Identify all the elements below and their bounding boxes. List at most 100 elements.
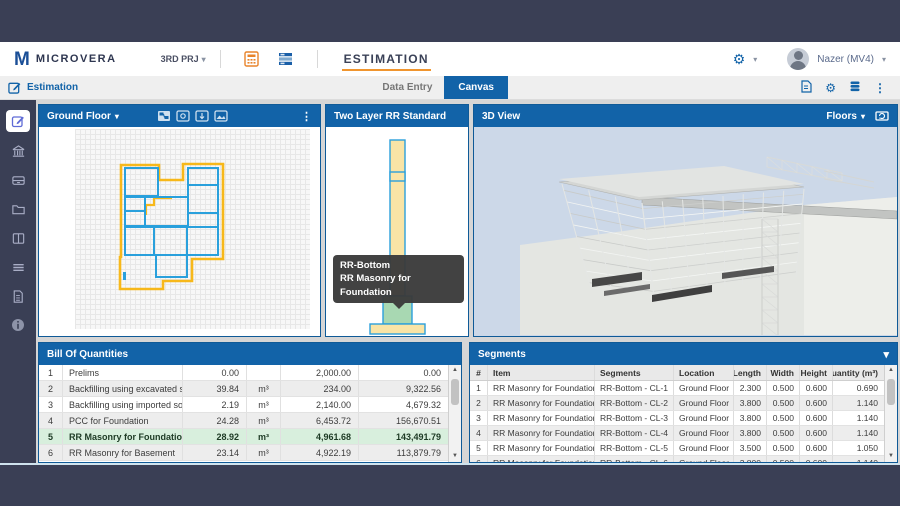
boq-cell: 4,679.32 [358,397,448,412]
three-d-viewport[interactable] [474,127,897,336]
panel-kebab-icon[interactable]: ⋮ [301,110,312,123]
report-document-icon[interactable] [800,80,812,96]
boq-panel: Bill Of Quantities 1Prelims0.002,000.000… [38,342,462,463]
user-menu-chevron-icon[interactable]: ▾ [882,55,886,64]
boq-row[interactable]: 3Backfilling using imported soil2.19m³2,… [39,397,448,413]
segments-panel-title: Segments [478,349,526,360]
segments-cell: Ground Floor [673,441,733,455]
sidebar-item-menu[interactable] [7,257,29,277]
sidebar-item-projects[interactable] [7,141,29,161]
boq-cell: m³ [246,397,280,412]
segments-cell: 6 [470,456,488,462]
segments-cell: 1.140 [832,411,884,425]
calculator-icon[interactable] [243,51,261,67]
section-panel-header: Two Layer RR Standard [326,105,468,127]
boq-row[interactable]: 1Prelims0.002,000.000.00 [39,365,448,381]
sidebar-item-info[interactable] [7,315,29,335]
segments-column-header[interactable]: Length [733,365,766,380]
tab-data-entry[interactable]: Data Entry [370,76,444,99]
boq-table-body: 1Prelims0.002,000.000.002Backfilling usi… [39,365,448,462]
three-d-panel-title: 3D View [482,111,520,122]
segments-cell: 4 [470,426,488,440]
sidebar-item-storage[interactable] [7,170,29,190]
workspace: Ground Floor ▾ ⋮ [0,100,900,465]
info-icon [11,318,25,332]
scroll-up-arrow-icon[interactable]: ▲ [449,365,461,376]
segments-column-header[interactable]: Quantity (m³) [832,365,884,380]
segments-row[interactable]: 5RR Masonry for FoundationRR-Bottom - CL… [470,441,884,456]
boq-row[interactable]: 4PCC for Foundation24.28m³6,453.72156,67… [39,413,448,429]
chevron-down-icon[interactable]: ▾ [115,112,119,121]
module-title: ESTIMATION [342,48,431,71]
folder-icon [11,202,26,217]
sidebar-item-library[interactable] [7,228,29,248]
boq-cell: m³ [246,445,280,460]
boq-cell: 6,453.72 [280,413,358,428]
segments-cell: 0.600 [799,381,832,395]
reset-view-icon[interactable] [875,110,889,122]
user-avatar[interactable] [787,48,809,70]
segments-column-header[interactable]: Location [673,365,733,380]
segments-row[interactable]: 6RR Masonry for FoundationRR-Bottom - CL… [470,456,884,462]
segments-scrollbar[interactable]: ▲ ▼ [884,365,897,462]
download-icon[interactable] [195,110,209,122]
segments-cell: 5 [470,441,488,455]
boq-row[interactable]: 2Backfilling using excavated soil39.84m³… [39,381,448,397]
segments-row[interactable]: 4RR Masonry for FoundationRR-Bottom - CL… [470,426,884,441]
boq-scrollbar[interactable]: ▲ ▼ [448,365,461,462]
settings-gear-icon[interactable]: ⚙ [733,51,746,68]
snapshot-image-icon[interactable] [214,110,228,122]
project-selector[interactable]: 3RD PRJ ▾ [161,54,206,64]
canvas-area: Ground Floor ▾ ⋮ [36,100,900,463]
segments-column-header[interactable]: Item [488,365,594,380]
more-options-kebab-icon[interactable]: ⋮ [874,81,886,95]
sidebar-item-estimation-edit[interactable] [6,110,30,132]
scroll-up-arrow-icon[interactable]: ▲ [885,365,897,376]
book-columns-icon [11,231,26,246]
segments-table: #ItemSegmentsLocationLengthWidthHeightQu… [470,365,884,462]
segments-panel-header: Segments ▾ [470,343,897,365]
fit-view-icon[interactable] [157,110,171,122]
sidebar-item-files[interactable] [7,199,29,219]
tab-canvas[interactable]: Canvas [444,76,508,99]
boq-list-icon[interactable] [277,51,295,67]
scroll-down-arrow-icon[interactable]: ▼ [885,451,897,462]
segments-cell: Ground Floor [673,426,733,440]
chevron-down-icon[interactable]: ▾ [753,55,757,64]
floor-plan-canvas[interactable] [39,127,320,336]
scroll-thumb[interactable] [451,379,459,405]
left-sidebar [0,100,36,463]
boq-cell: m³ [246,381,280,396]
boq-cell: 4,922.19 [280,445,358,460]
segments-cell: 2.300 [733,381,766,395]
scroll-down-arrow-icon[interactable]: ▼ [449,451,461,462]
breadcrumb[interactable]: Estimation [0,76,78,99]
sidebar-item-reports[interactable] [7,286,29,306]
segments-cell: RR-Bottom - CL-4 [594,426,673,440]
floors-dropdown[interactable]: Floors ▾ [826,111,865,122]
segments-cell: 3 [470,411,488,425]
section-canvas[interactable]: RR-Bottom RR Masonry for Foundation [326,127,468,336]
boq-row[interactable]: 5RR Masonry for Foundation28.92m³4,961.6… [39,429,448,445]
segments-column-header[interactable]: # [470,365,488,380]
segments-column-header[interactable]: Segments [594,365,673,380]
floor-selector[interactable]: Ground Floor [47,111,111,122]
segments-cell: 0.500 [766,426,799,440]
segments-row[interactable]: 1RR Masonry for FoundationRR-Bottom - CL… [470,381,884,396]
segments-cell: 0.600 [799,396,832,410]
canvas-settings-gear-icon[interactable]: ⚙ [825,81,836,95]
segments-row[interactable]: 2RR Masonry for FoundationRR-Bottom - CL… [470,396,884,411]
segments-panel: Segments ▾ #ItemSegmentsLocationLengthWi… [469,342,898,463]
database-icon[interactable] [849,80,861,96]
segments-column-header[interactable]: Height [799,365,832,380]
boq-cell: 0.00 [358,365,448,380]
collapse-chevron-icon[interactable]: ▾ [883,348,889,361]
boq-row[interactable]: 6RR Masonry for Basement23.14m³4,922.191… [39,445,448,461]
segments-row[interactable]: 3RR Masonry for FoundationRR-Bottom - CL… [470,411,884,426]
segments-cell: Ground Floor [673,396,733,410]
segments-cell: 0.500 [766,456,799,462]
segments-column-header[interactable]: Width [766,365,799,380]
scroll-thumb[interactable] [887,379,895,405]
select-region-icon[interactable] [176,110,190,122]
boq-cell: 9,322.56 [358,381,448,396]
